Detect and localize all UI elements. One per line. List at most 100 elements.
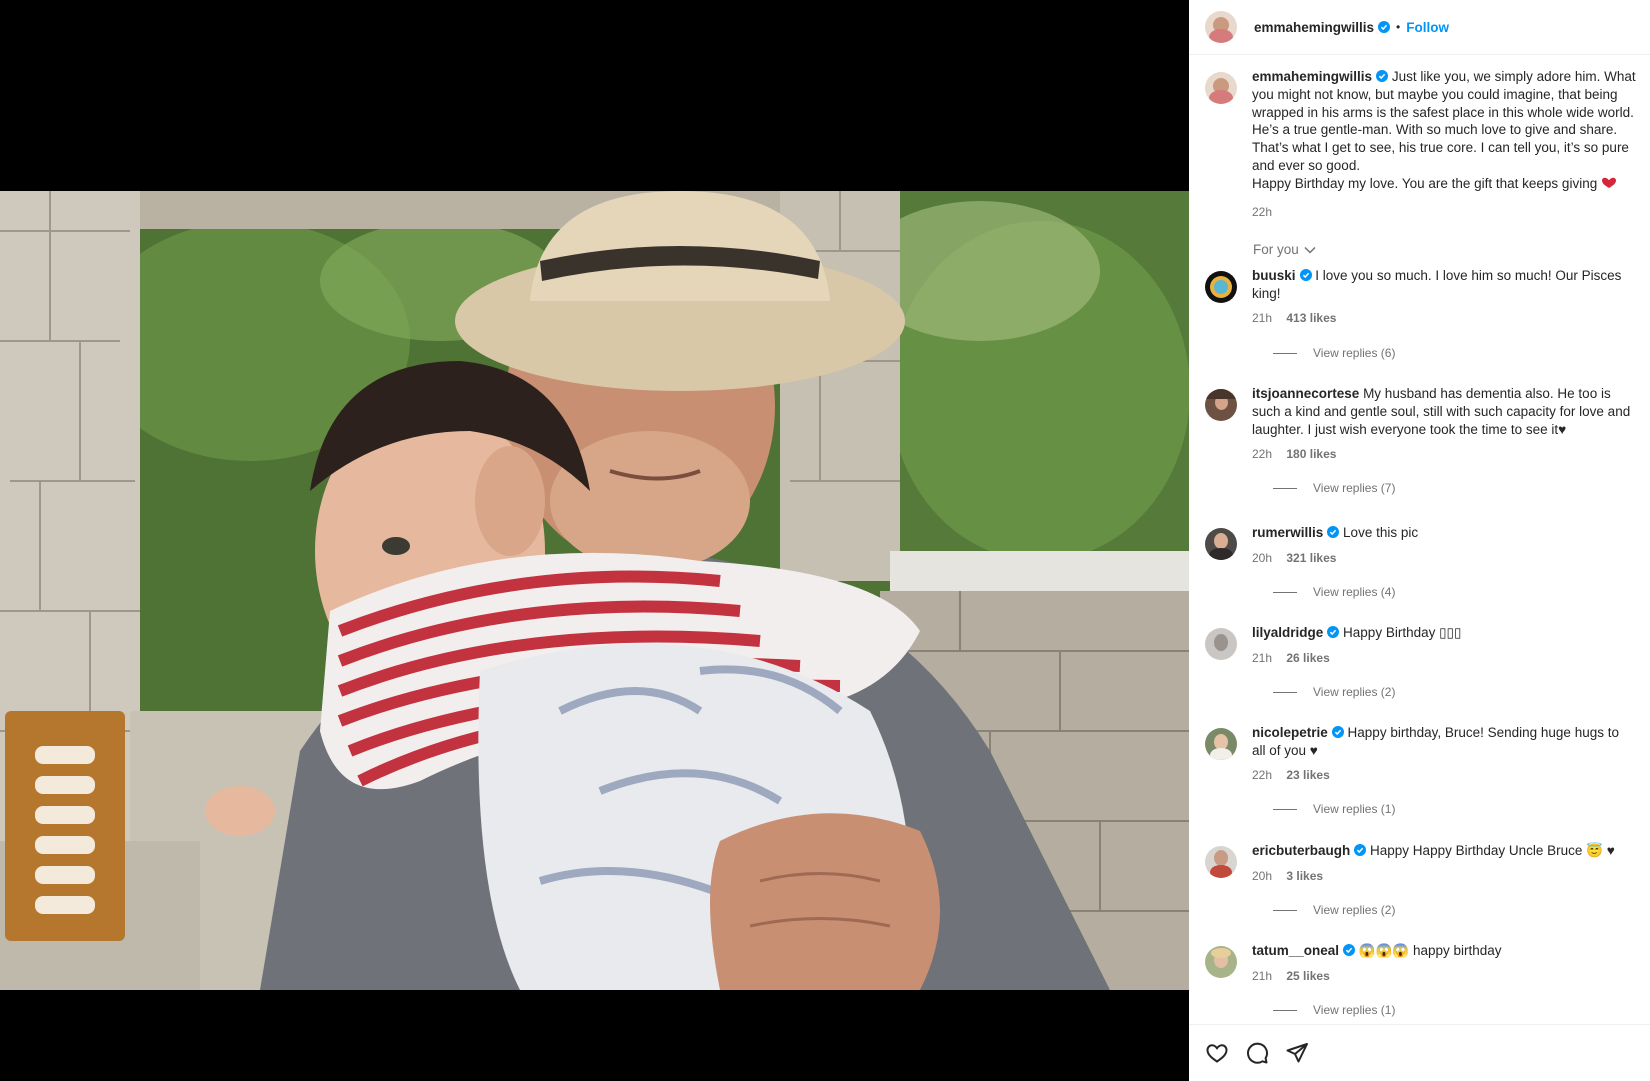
comment-icon[interactable] xyxy=(1245,1041,1269,1065)
author-username[interactable]: emmahemingwillis xyxy=(1254,20,1374,35)
comment-time: 21h xyxy=(1252,651,1273,665)
verified-icon xyxy=(1327,526,1340,538)
view-replies-button[interactable]: View replies (6) xyxy=(1273,346,1395,360)
author-avatar[interactable] xyxy=(1205,11,1237,43)
comment-time: 20h xyxy=(1252,551,1273,565)
view-replies-button[interactable]: View replies (1) xyxy=(1273,1003,1395,1017)
caption-meta: 22h xyxy=(1252,205,1283,219)
view-replies-button[interactable]: View replies (1) xyxy=(1273,802,1395,816)
comment-likes[interactable]: 180 likes xyxy=(1286,447,1336,461)
comment-line: such a kind and gentle soul, still with … xyxy=(1252,403,1631,419)
comment-line: Happy birthday, Bruce! Sending huge hugs… xyxy=(1347,725,1619,740)
view-replies-button[interactable]: View replies (2) xyxy=(1273,903,1395,917)
comment-line: Love this pic xyxy=(1343,525,1419,540)
comment-likes[interactable]: 413 likes xyxy=(1286,311,1336,325)
comment-meta: 21h 413 likes xyxy=(1252,311,1347,325)
commenter-username[interactable]: itsjoannecortese xyxy=(1252,386,1359,401)
caption-line: Happy Birthday my love. You are the gift… xyxy=(1252,175,1598,191)
comment-filter-dropdown[interactable]: For you xyxy=(1253,242,1316,257)
heart-emoji-icon xyxy=(1601,177,1616,188)
comment-time: 22h xyxy=(1252,447,1273,461)
caption-text: emmahemingwillis Just like you, we simpl… xyxy=(1252,68,1650,193)
caption-line: That’s what I get to see, his true core.… xyxy=(1252,140,1629,156)
comment-likes[interactable]: 3 likes xyxy=(1286,869,1323,883)
comment-text: tatum__oneal 😱😱😱 happy birthday xyxy=(1252,942,1650,960)
commenter-username[interactable]: rumerwillis xyxy=(1252,525,1323,540)
comment-meta: 22h 180 likes xyxy=(1252,447,1347,461)
comment-meta: 20h 321 likes xyxy=(1252,551,1347,565)
comment-text: nicolepetrie Happy birthday, Bruce! Send… xyxy=(1252,724,1650,760)
heart-icon[interactable] xyxy=(1205,1041,1229,1065)
view-replies-button[interactable]: View replies (4) xyxy=(1273,585,1395,599)
comment-text: rumerwillis Love this pic xyxy=(1252,524,1650,542)
post-media[interactable] xyxy=(0,0,1189,1081)
comment-filter-label: For you xyxy=(1253,242,1299,257)
chevron-down-icon xyxy=(1304,246,1316,254)
verified-icon xyxy=(1354,844,1367,856)
comment-line: I love you so much. I love him so much! … xyxy=(1315,268,1622,283)
view-replies-label: View replies (4) xyxy=(1313,585,1396,599)
view-replies-button[interactable]: View replies (7) xyxy=(1273,481,1395,495)
view-replies-label: View replies (2) xyxy=(1313,903,1396,917)
caption-time: 22h xyxy=(1252,205,1273,219)
comment-line: Happy Birthday ▯▯▯ xyxy=(1343,625,1462,640)
commenter-username[interactable]: ericbuterbaugh xyxy=(1252,843,1350,858)
caption-line: wrapped in his arms is the safest place … xyxy=(1252,104,1634,120)
view-replies-label: View replies (2) xyxy=(1313,685,1396,699)
view-replies-button[interactable]: View replies (2) xyxy=(1273,685,1395,699)
comment-line: king! xyxy=(1252,285,1281,301)
commenter-avatar[interactable] xyxy=(1205,271,1237,303)
verified-icon xyxy=(1378,21,1391,33)
commenter-username[interactable]: buuski xyxy=(1252,268,1296,283)
follow-button[interactable]: Follow xyxy=(1406,20,1449,35)
comment-likes[interactable]: 23 likes xyxy=(1286,768,1329,782)
post-header: emmahemingwillis • Follow xyxy=(1189,0,1650,55)
separator-dot: • xyxy=(1396,20,1401,34)
comment-text: lilyaldridge Happy Birthday ▯▯▯ xyxy=(1252,624,1650,642)
replies-divider xyxy=(1273,591,1297,593)
comment-text: itsjoannecortese My husband has dementia… xyxy=(1252,385,1650,438)
share-icon[interactable] xyxy=(1285,1041,1309,1065)
comment-line: all of you ♥ xyxy=(1252,742,1318,758)
post-photo[interactable] xyxy=(0,191,1189,990)
commenter-avatar[interactable] xyxy=(1205,389,1237,421)
comment-likes[interactable]: 26 likes xyxy=(1286,651,1329,665)
verified-icon xyxy=(1331,726,1344,738)
replies-divider xyxy=(1273,487,1297,489)
commenter-avatar[interactable] xyxy=(1205,528,1237,560)
comment-meta: 21h 25 likes xyxy=(1252,969,1341,983)
comment-meta: 21h 26 likes xyxy=(1252,651,1341,665)
replies-divider xyxy=(1273,352,1297,354)
caption-line: He’s a true gentle-man. With so much lov… xyxy=(1252,122,1618,138)
comment-line: laughter. I just wish everyone took the … xyxy=(1252,421,1567,437)
replies-divider xyxy=(1273,1009,1297,1011)
commenter-username[interactable]: nicolepetrie xyxy=(1252,725,1328,740)
comment-likes[interactable]: 25 likes xyxy=(1286,969,1329,983)
author-avatar[interactable] xyxy=(1205,72,1237,104)
comments-scroll[interactable]: emmahemingwillis Just like you, we simpl… xyxy=(1189,56,1650,1024)
verified-icon xyxy=(1299,269,1312,281)
verified-icon xyxy=(1343,944,1356,956)
commenter-avatar[interactable] xyxy=(1205,846,1237,878)
caption-line: you might not know, but maybe you could … xyxy=(1252,86,1618,102)
comment-time: 20h xyxy=(1252,869,1273,883)
caption-username[interactable]: emmahemingwillis xyxy=(1252,69,1372,84)
comment-line: My husband has dementia also. He too is xyxy=(1363,386,1611,401)
view-replies-label: View replies (1) xyxy=(1313,802,1396,816)
replies-divider xyxy=(1273,808,1297,810)
commenter-avatar[interactable] xyxy=(1205,946,1237,978)
replies-divider xyxy=(1273,909,1297,911)
commenter-username[interactable]: lilyaldridge xyxy=(1252,625,1323,640)
comment-time: 22h xyxy=(1252,768,1273,782)
post-sidebar: emmahemingwillis • Follow emmahemingwill… xyxy=(1189,0,1650,1081)
commenter-avatar[interactable] xyxy=(1205,728,1237,760)
verified-icon xyxy=(1327,626,1340,638)
photo-illustration xyxy=(0,191,1189,990)
commenter-avatar[interactable] xyxy=(1205,628,1237,660)
verified-icon xyxy=(1376,70,1389,82)
caption-line: Just like you, we simply adore him. What xyxy=(1391,69,1636,84)
comment-likes[interactable]: 321 likes xyxy=(1286,551,1336,565)
replies-divider xyxy=(1273,691,1297,693)
comment-line: 😱😱😱 happy birthday xyxy=(1358,943,1502,958)
commenter-username[interactable]: tatum__oneal xyxy=(1252,943,1339,958)
